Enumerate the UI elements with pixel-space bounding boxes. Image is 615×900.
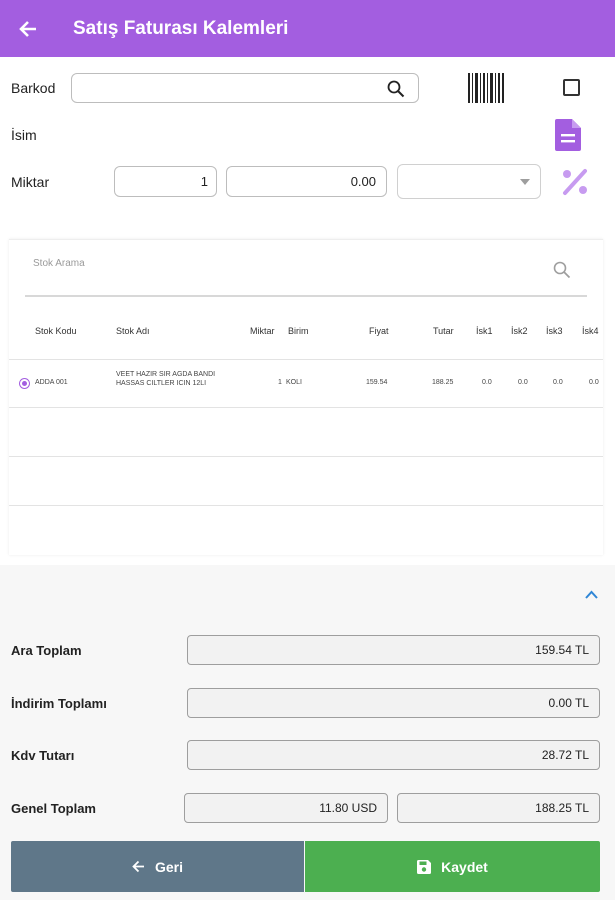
stock-search-input[interactable]: Stok Arama (33, 258, 533, 278)
discount-total-label: İndirim Toplamı (11, 696, 107, 711)
column-header-unit[interactable]: Birim (288, 326, 309, 336)
grand-total-tl-field: 188.25 TL (397, 793, 600, 823)
stock-search-card (9, 239, 603, 555)
table-divider (9, 505, 603, 506)
barcode-row: Barkod (0, 71, 615, 104)
barcode-scan-icon[interactable] (468, 72, 505, 103)
quantity-value: 1 (200, 174, 208, 189)
chevron-up-icon[interactable] (585, 590, 598, 599)
column-header-price[interactable]: Fiyat (369, 326, 389, 336)
arrow-left-icon (132, 860, 144, 873)
column-header-total[interactable]: Tutar (433, 326, 454, 336)
document-icon[interactable] (555, 119, 581, 151)
percent-icon[interactable] (560, 167, 590, 197)
grand-total-usd-value: 11.80 USD (319, 801, 377, 815)
cell-total: 188.25 (432, 379, 454, 386)
table-divider (9, 456, 603, 457)
column-header-stock-name[interactable]: Stok Adı (116, 326, 150, 336)
vat-field: 28.72 TL (187, 740, 600, 770)
column-header-quantity[interactable]: Miktar (250, 326, 275, 336)
quantity-label: Miktar (11, 173, 50, 190)
subtotal-label: Ara Toplam (11, 643, 82, 658)
cell-discount2: 0.0 (518, 379, 528, 386)
vat-value: 28.72 TL (541, 748, 589, 762)
subtotal-value: 159.54 TL (535, 643, 589, 657)
table-divider (9, 407, 603, 408)
cell-stock-code: ADDA 001 (35, 379, 68, 386)
cell-discount4: 0.0 (589, 379, 599, 386)
barcode-label: Barkod (11, 79, 56, 96)
vat-label: Kdv Tutarı (11, 748, 75, 763)
column-header-stock-code[interactable]: Stok Kodu (35, 326, 77, 336)
barcode-checkbox[interactable] (563, 79, 580, 96)
cell-price: 159.54 (366, 379, 388, 386)
save-button-label: Kaydet (441, 858, 488, 875)
chevron-down-icon (520, 179, 530, 185)
grand-total-tl-value: 188.25 TL (535, 801, 589, 815)
price-value: 0.00 (350, 174, 376, 189)
app-bar: Satış Faturası Kalemleri (0, 0, 615, 57)
back-arrow-button[interactable] (0, 0, 56, 57)
cell-stock-name: VEET HAZIR SIR AGDA BANDI HASSAS CILTLER… (116, 371, 216, 387)
back-button[interactable]: Geri (11, 841, 304, 892)
stock-search-icon[interactable] (553, 261, 571, 279)
column-header-discount2[interactable]: İsk2 (511, 326, 528, 336)
cell-quantity: 1 (278, 379, 282, 386)
cell-discount1: 0.0 (482, 379, 492, 386)
name-label: İsim (11, 127, 37, 143)
search-icon[interactable] (387, 80, 405, 98)
quantity-row: Miktar 1 0.00 (0, 164, 615, 199)
barcode-input[interactable] (71, 72, 419, 103)
column-header-discount3[interactable]: İsk3 (546, 326, 563, 336)
save-icon (417, 859, 432, 874)
quantity-input[interactable]: 1 (114, 166, 217, 197)
subtotal-field: 159.54 TL (187, 635, 600, 665)
save-button[interactable]: Kaydet (305, 841, 600, 892)
cell-discount3: 0.0 (553, 379, 563, 386)
price-input[interactable]: 0.00 (226, 166, 387, 197)
table-divider (9, 359, 603, 360)
arrow-left-icon (19, 20, 36, 37)
back-button-label: Geri (154, 858, 183, 875)
row-radio[interactable] (19, 378, 30, 389)
column-header-discount4[interactable]: İsk4 (582, 326, 599, 336)
search-underline (25, 295, 587, 297)
name-row: İsim (0, 118, 615, 152)
unit-dropdown[interactable] (397, 164, 541, 199)
discount-total-field: 0.00 TL (187, 688, 600, 718)
column-header-discount1[interactable]: İsk1 (476, 326, 493, 336)
discount-total-value: 0.00 TL (548, 696, 589, 710)
page-title: Satış Faturası Kalemleri (73, 17, 289, 39)
grand-total-label: Genel Toplam (11, 801, 96, 816)
cell-unit: KOLI (286, 379, 302, 386)
grand-total-usd-field: 11.80 USD (184, 793, 388, 823)
